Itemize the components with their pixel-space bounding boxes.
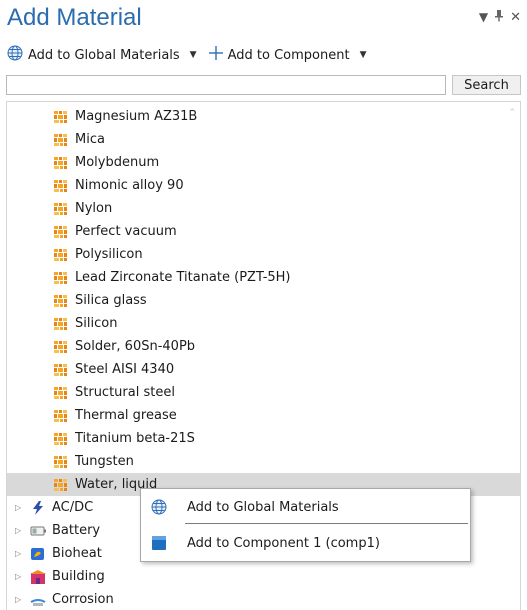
material-item[interactable]: Perfect vacuum	[7, 220, 520, 243]
context-menu: Add to Global Materials Add to Component…	[140, 488, 471, 562]
material-icon	[54, 363, 67, 376]
material-item[interactable]: Mica	[7, 128, 520, 151]
material-icon	[54, 225, 67, 238]
material-item[interactable]: Thermal grease	[7, 404, 520, 427]
bioheat-icon	[30, 547, 46, 561]
component-icon	[151, 535, 167, 551]
expand-arrow-icon[interactable]: ▷	[15, 526, 25, 535]
material-item[interactable]: Structural steel	[7, 381, 520, 404]
material-label: Structural steel	[75, 385, 175, 400]
window-controls: ▼ ✕	[479, 10, 521, 25]
add-to-global-materials-label: Add to Global Materials	[28, 47, 180, 63]
material-label: Lead Zirconate Titanate (PZT-5H)	[75, 270, 291, 285]
add-to-global-materials-button[interactable]: Add to Global Materials ▼	[7, 45, 197, 65]
material-icon	[54, 156, 67, 169]
pin-icon[interactable]	[494, 10, 504, 25]
corrosion-icon	[30, 593, 46, 607]
material-icon	[54, 271, 67, 284]
material-label: Nimonic alloy 90	[75, 178, 184, 193]
menu-item-add-to-component[interactable]: Add to Component 1 (comp1)	[141, 529, 470, 557]
add-to-component-label: Add to Component	[227, 47, 350, 63]
plus-icon	[208, 46, 223, 64]
material-item[interactable]: Molybdenum	[7, 151, 520, 174]
globe-icon	[151, 499, 167, 515]
expand-arrow-icon[interactable]: ▷	[15, 503, 25, 512]
material-item[interactable]: Nylon	[7, 197, 520, 220]
material-label: Molybdenum	[75, 155, 160, 170]
material-label: Perfect vacuum	[75, 224, 177, 239]
expand-arrow-icon[interactable]: ▷	[15, 549, 25, 558]
material-icon	[54, 455, 67, 468]
material-label: Titanium beta-21S	[75, 431, 195, 446]
menu-item-label: Add to Global Materials	[187, 499, 339, 515]
library-label: Building	[52, 569, 105, 584]
menu-separator	[185, 523, 468, 524]
menu-item-label: Add to Component 1 (comp1)	[187, 535, 380, 551]
material-icon	[54, 248, 67, 261]
material-icon	[54, 202, 67, 215]
material-label: Silicon	[75, 316, 118, 331]
material-item[interactable]: Nimonic alloy 90	[7, 174, 520, 197]
material-item[interactable]: Tungsten	[7, 450, 520, 473]
material-label: Nylon	[75, 201, 113, 216]
material-item[interactable]: Lead Zirconate Titanate (PZT-5H)	[7, 266, 520, 289]
expand-arrow-icon[interactable]: ▷	[15, 595, 25, 604]
material-label: Mica	[75, 132, 105, 147]
material-label: Silica glass	[75, 293, 147, 308]
toolbar: Add to Global Materials ▼ Add to Compone…	[7, 45, 366, 65]
material-label: Magnesium AZ31B	[75, 109, 198, 124]
panel-title: Add Material	[7, 4, 142, 31]
material-icon	[54, 133, 67, 146]
library-folder[interactable]: ▷ Building	[7, 565, 520, 588]
expand-arrow-icon[interactable]: ▷	[15, 572, 25, 581]
menu-item-add-to-global-materials[interactable]: Add to Global Materials	[141, 493, 470, 521]
material-icon	[54, 386, 67, 399]
library-label: Corrosion	[52, 592, 114, 607]
dropdown-icon[interactable]: ▼	[479, 10, 488, 25]
material-icon	[54, 110, 67, 123]
close-icon[interactable]: ✕	[510, 10, 521, 25]
battery-icon	[30, 524, 46, 538]
library-label: AC/DC	[52, 500, 94, 515]
material-label: Polysilicon	[75, 247, 143, 262]
material-item[interactable]: Titanium beta-21S	[7, 427, 520, 450]
library-label: Battery	[52, 523, 101, 538]
material-icon	[54, 432, 67, 445]
search-row: Search	[6, 75, 521, 97]
globe-icon	[7, 45, 23, 65]
search-input[interactable]	[6, 75, 446, 95]
add-to-component-button[interactable]: Add to Component ▼	[208, 46, 367, 64]
material-icon	[54, 179, 67, 192]
material-item[interactable]: Silicon	[7, 312, 520, 335]
material-icon	[54, 478, 67, 491]
material-item[interactable]: Steel AISI 4340	[7, 358, 520, 381]
library-folder[interactable]: ▷ Corrosion	[7, 588, 520, 610]
material-label: Thermal grease	[75, 408, 177, 423]
building-icon	[30, 569, 46, 584]
material-item[interactable]: Silica glass	[7, 289, 520, 312]
material-icon	[54, 340, 67, 353]
material-icon	[54, 294, 67, 307]
chevron-down-icon[interactable]: ▼	[190, 50, 197, 60]
chevron-down-icon[interactable]: ▼	[360, 50, 367, 60]
acdc-icon	[30, 500, 46, 515]
library-label: Bioheat	[52, 546, 102, 561]
material-label: Tungsten	[75, 454, 134, 469]
material-item[interactable]: Polysilicon	[7, 243, 520, 266]
material-item[interactable]: Solder, 60Sn-40Pb	[7, 335, 520, 358]
material-icon	[54, 409, 67, 422]
material-item[interactable]: Magnesium AZ31B	[7, 105, 520, 128]
material-icon	[54, 317, 67, 330]
material-label: Steel AISI 4340	[75, 362, 175, 377]
search-button[interactable]: Search	[452, 75, 521, 95]
material-label: Solder, 60Sn-40Pb	[75, 339, 196, 354]
